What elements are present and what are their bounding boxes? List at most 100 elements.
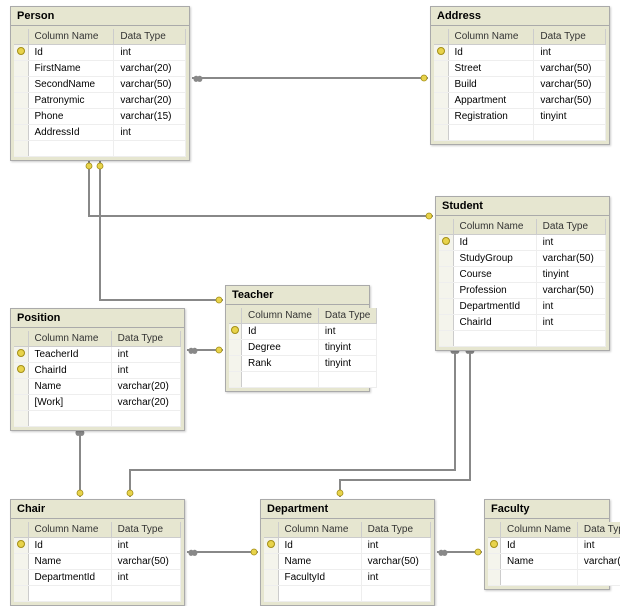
column-row[interactable]: Registrationtinyint [434,109,606,125]
column-name: Name [28,554,111,570]
column-datatype: int [114,125,186,141]
column-name: FirstName [28,61,114,77]
datatype-header: Data Type [577,522,620,538]
column-name: Profession [453,283,536,299]
column-name: Name [28,379,111,395]
columns-table: Column NameData TypeIdintStreetvarchar(5… [434,29,606,141]
column-row[interactable]: Namevarchar(50) [264,554,431,570]
key-cell [14,554,28,570]
key-cell [14,109,28,125]
column-row[interactable]: Namevarchar(20) [14,379,181,395]
column-name: Appartment [448,93,534,109]
diagram-canvas: ∞ [0,0,620,604]
column-row[interactable]: Professionvarchar(50) [439,283,606,299]
primary-key-icon [264,538,278,554]
colname-header: Column Name [28,522,111,538]
entity-title: Position [11,309,184,328]
column-row[interactable]: Degreetinyint [229,340,377,356]
column-row[interactable]: DepartmentIdint [14,570,181,586]
primary-key-icon [14,45,28,61]
column-row[interactable]: Idint [264,538,431,554]
column-row[interactable]: Idint [229,324,377,340]
column-datatype: int [577,538,620,554]
column-datatype: int [111,347,180,363]
key-cell [229,356,242,372]
column-row[interactable]: Namevarchar(50) [488,554,620,570]
entity-person[interactable]: PersonColumn NameData TypeIdintFirstName… [10,6,190,161]
key-cell [14,77,28,93]
entity-address[interactable]: AddressColumn NameData TypeIdintStreetva… [430,6,610,145]
column-row[interactable]: Coursetinyint [439,267,606,283]
column-row[interactable]: AddressIdint [14,125,186,141]
entity-department[interactable]: Department Column NameData TypeIdintNamev… [260,499,435,606]
empty-row [488,570,620,586]
column-row[interactable]: ChairIdint [439,315,606,331]
column-row[interactable]: SecondNamevarchar(50) [14,77,186,93]
datatype-header: Data Type [111,522,180,538]
column-name: DepartmentId [28,570,111,586]
datatype-header: Data Type [536,219,605,235]
column-datatype: varchar(20) [114,61,186,77]
column-row[interactable]: Idint [14,538,181,554]
column-row[interactable]: StudyGroupvarchar(50) [439,251,606,267]
column-row[interactable]: Idint [434,45,606,61]
column-name: ChairId [453,315,536,331]
column-row[interactable]: Patronymicvarchar(20) [14,93,186,109]
entity-teacher[interactable]: TeacherColumn NameData TypeIdintDegreeti… [225,285,370,392]
key-cell [439,251,453,267]
column-name: StudyGroup [453,251,536,267]
entity-title: Faculty [485,500,609,519]
column-row[interactable]: Buildvarchar(50) [434,77,606,93]
column-name: Rank [242,356,319,372]
column-name: AddressId [28,125,114,141]
entity-student[interactable]: StudentColumn NameData TypeIdintStudyGro… [435,196,610,351]
column-row[interactable]: Namevarchar(50) [14,554,181,570]
empty-row [14,141,186,157]
key-cell [14,395,28,411]
column-row[interactable]: DepartmentIdint [439,299,606,315]
entity-chair[interactable]: ChairColumn NameData TypeIdintNamevarcha… [10,499,185,606]
column-row[interactable]: Appartmentvarchar(50) [434,93,606,109]
key-cell [229,340,242,356]
column-datatype: int [536,235,605,251]
column-row[interactable]: FacultyIdint [264,570,431,586]
column-row[interactable]: Phonevarchar(15) [14,109,186,125]
key-cell [434,61,448,77]
column-datatype: varchar(20) [114,93,186,109]
datatype-header: Data Type [318,308,376,324]
entity-faculty[interactable]: FacultyColumn NameData TypeIdintNamevarc… [484,499,610,590]
column-datatype: varchar(50) [534,93,606,109]
column-row[interactable]: ChairIdint [14,363,181,379]
key-cell [434,77,448,93]
column-datatype: varchar(50) [534,61,606,77]
column-row[interactable]: Idint [14,45,186,61]
datatype-header: Data Type [534,29,606,45]
column-name: Patronymic [28,93,114,109]
column-row[interactable]: Idint [488,538,620,554]
key-cell [14,125,28,141]
entity-title: Department [261,500,434,519]
primary-key-icon [434,45,448,61]
key-cell [264,570,278,586]
column-name: Id [278,538,361,554]
key-cell [14,570,28,586]
columns-table: Column NameData TypeIdintNamevarchar(50)… [264,522,431,602]
column-datatype: tinyint [534,109,606,125]
primary-key-icon [488,538,501,554]
column-row[interactable]: Ranktinyint [229,356,377,372]
primary-key-icon [229,324,242,340]
column-name: Registration [448,109,534,125]
columns-table: Column NameData TypeTeacherIdintChairIdi… [14,331,181,427]
column-datatype: int [361,570,430,586]
column-row[interactable]: Idint [439,235,606,251]
column-row[interactable]: [Work]varchar(20) [14,395,181,411]
column-row[interactable]: Streetvarchar(50) [434,61,606,77]
column-row[interactable]: FirstNamevarchar(20) [14,61,186,77]
entity-position[interactable]: Position Column NameData TypeTeacherIdint… [10,308,185,431]
column-name: SecondName [28,77,114,93]
column-name: Degree [242,340,319,356]
column-datatype: int [536,299,605,315]
key-header [14,29,28,45]
column-datatype: tinyint [318,356,376,372]
column-row[interactable]: TeacherIdint [14,347,181,363]
